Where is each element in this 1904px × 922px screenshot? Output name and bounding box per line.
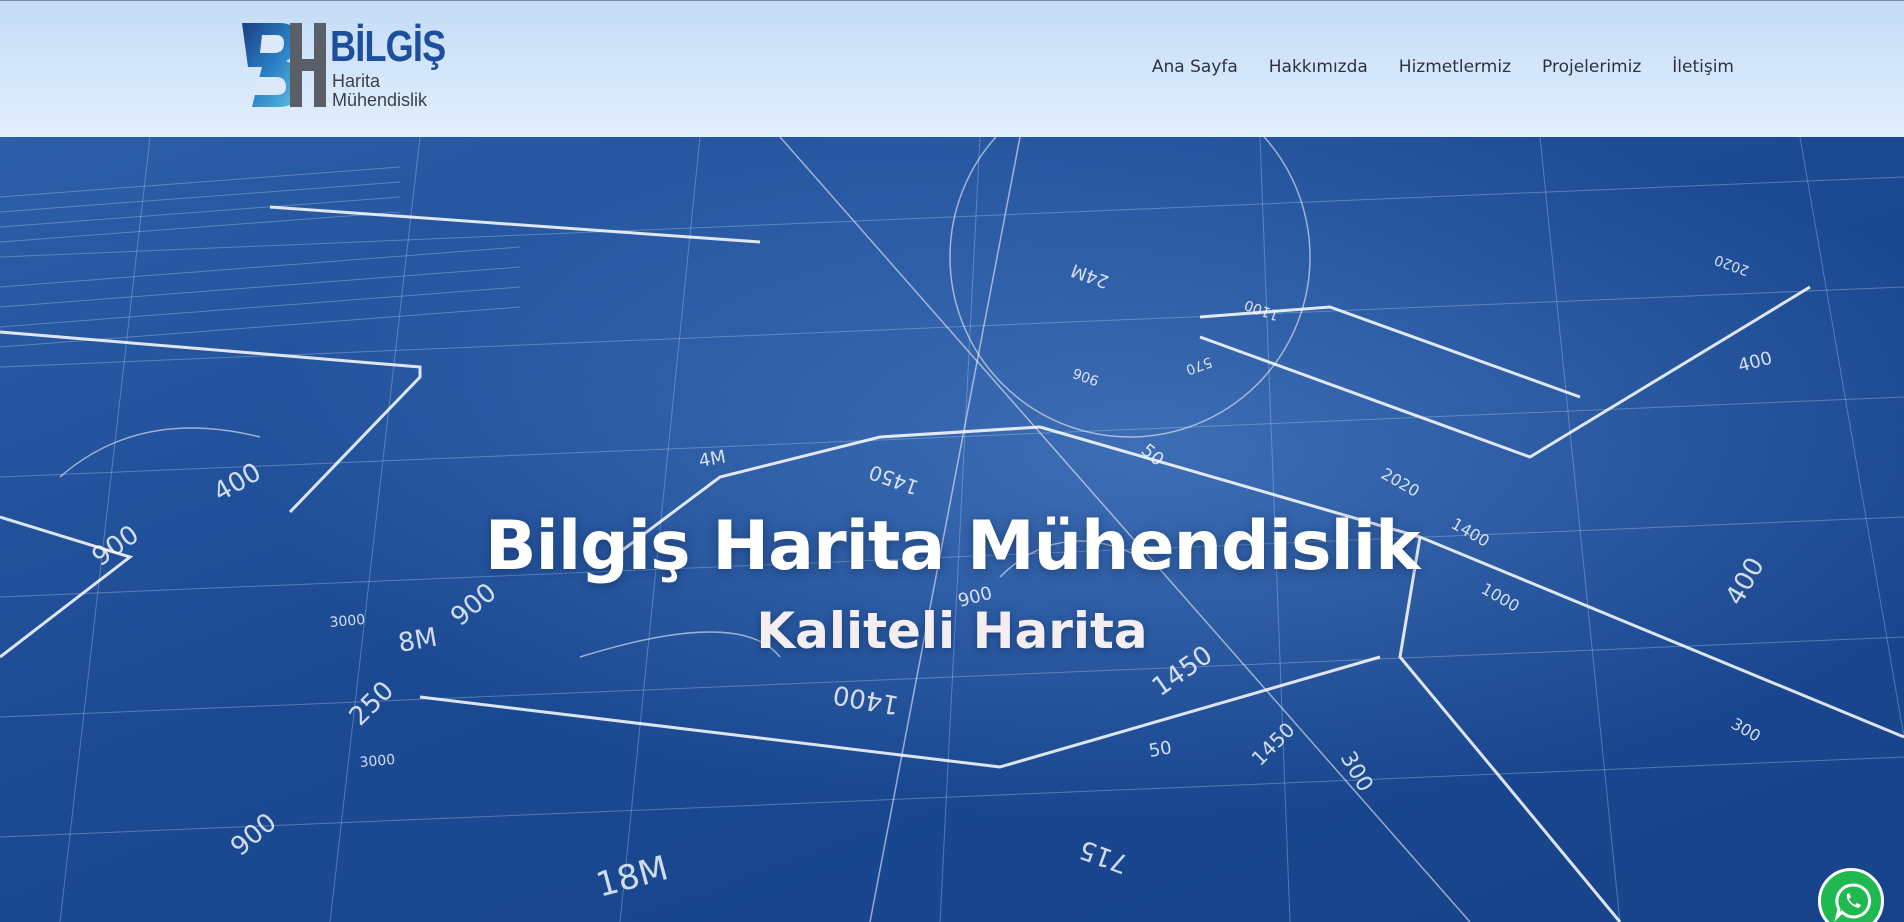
blueprint-label: 4M [697, 447, 727, 472]
blueprint-label: 570 [1184, 353, 1215, 377]
site-logo[interactable]: BİLGİŞ Harita Mühendislik [240, 21, 450, 111]
hero-subtitle: Kaliteli Harita [756, 602, 1148, 660]
page: BİLGİŞ Harita Mühendislik Ana Sayfa Hakk… [0, 0, 1904, 922]
blueprint-label: 3000 [359, 752, 396, 771]
hero-section: 400 900 900 250 900 8M 3000 3000 1450 14… [0, 137, 1904, 922]
logo-mark-icon [242, 23, 326, 107]
blueprint-label: 18M [592, 848, 672, 905]
blueprint-label: 24M [1068, 259, 1111, 292]
blueprint-label: 2020 [1378, 464, 1423, 501]
blueprint-label: 50 [1147, 737, 1173, 762]
hero-title: Bilgiş Harita Mühendislik [484, 507, 1421, 586]
whatsapp-icon [1834, 883, 1872, 921]
nav-item-iletisim[interactable]: İletişim [1672, 57, 1734, 77]
blueprint-label: 1450 [866, 460, 922, 500]
logo-subtitle-line2: Mühendislik [332, 90, 428, 110]
blueprint-label: 900 [225, 807, 282, 862]
blueprint-label: 1100 [1242, 296, 1281, 323]
logo-title: BİLGİŞ [330, 22, 446, 71]
blueprint-label: 1400 [831, 679, 901, 720]
nav-item-hizmetlermiz[interactable]: Hizmetlermiz [1399, 57, 1511, 77]
blueprint-label: 906 [1071, 364, 1102, 388]
blueprint-label: 250 [344, 676, 400, 732]
blueprint-label: 400 [1736, 348, 1775, 377]
site-header: BİLGİŞ Harita Mühendislik Ana Sayfa Hakk… [0, 0, 1904, 137]
blueprint-label: 300 [1335, 748, 1378, 797]
main-nav: Ana Sayfa Hakkımızda Hizmetlermiz Projel… [1121, 57, 1734, 77]
blueprint-label: 300 [1728, 714, 1764, 746]
blueprint-label: 50 [1137, 440, 1168, 471]
blueprint-label: 2020 [1712, 251, 1751, 278]
nav-item-ana-sayfa[interactable]: Ana Sayfa [1152, 57, 1238, 77]
blueprint-label: 1450 [1247, 718, 1300, 771]
blueprint-label: 400 [209, 457, 267, 508]
logo-subtitle-line1: Harita [332, 71, 381, 91]
blueprint-label: 715 [1075, 833, 1132, 878]
nav-item-projelerimiz[interactable]: Projelerimiz [1542, 57, 1641, 77]
nav-item-hakkimizda[interactable]: Hakkımızda [1269, 57, 1368, 77]
